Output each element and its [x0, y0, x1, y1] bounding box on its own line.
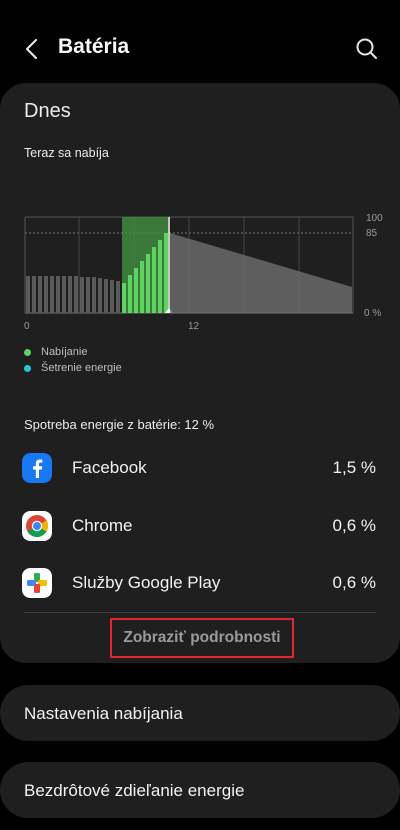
- charging-dot-icon: [24, 348, 31, 356]
- app-percent: 1,5 %: [332, 458, 376, 477]
- x-label-12: 12: [188, 321, 200, 332]
- legend-charging: Nabíjanie: [24, 346, 87, 358]
- charging-settings-label: Nastavenia nabíjania: [24, 704, 183, 723]
- today-heading: Dnes: [24, 100, 71, 122]
- search-icon[interactable]: [352, 34, 382, 64]
- divider: [24, 612, 376, 613]
- app-percent: 0,6 %: [332, 573, 376, 592]
- legend-power-saving: Šetrenie energie: [24, 362, 122, 374]
- app-name: Chrome: [72, 516, 133, 535]
- wireless-power-sharing-item[interactable]: Bezdrôtové zdieľanie energie: [0, 762, 400, 818]
- facebook-icon: [22, 453, 52, 483]
- chevron-left-icon[interactable]: [18, 34, 48, 64]
- app-row-facebook[interactable]: Facebook 1,5 %: [0, 445, 400, 493]
- projected-battery-area: [170, 233, 352, 313]
- app-name: Facebook: [72, 458, 147, 477]
- y-label-85: 85: [366, 228, 378, 239]
- legend-charging-label: Nabíjanie: [41, 346, 88, 358]
- power-saving-dot-icon: [24, 364, 31, 372]
- discharge-bars: [26, 276, 120, 313]
- charging-settings-item[interactable]: Nastavenia nabíjania: [0, 685, 400, 741]
- charging-status: Teraz sa nabíja: [24, 146, 109, 160]
- legend-power-saving-label: Šetrenie energie: [41, 362, 122, 374]
- app-name: Služby Google Play: [72, 573, 221, 592]
- page-title: Batéria: [58, 35, 130, 58]
- y-label-0: 0 %: [364, 308, 381, 319]
- view-details-button[interactable]: Zobraziť podrobnosti: [110, 618, 294, 658]
- x-label-0: 0: [24, 321, 30, 332]
- app-row-google-play-services[interactable]: Služby Google Play 0,6 %: [0, 560, 400, 608]
- battery-usage-total: Spotreba energie z batérie: 12 %: [24, 417, 215, 432]
- chrome-icon: [22, 511, 52, 541]
- battery-level-chart: 100 85 0 % 0 12: [24, 213, 383, 332]
- app-row-chrome[interactable]: Chrome 0,6 %: [0, 503, 400, 551]
- y-label-100: 100: [366, 213, 383, 224]
- app-percent: 0,6 %: [332, 516, 376, 535]
- wireless-power-sharing-label: Bezdrôtové zdieľanie energie: [24, 781, 245, 800]
- google-play-services-icon: [22, 568, 52, 598]
